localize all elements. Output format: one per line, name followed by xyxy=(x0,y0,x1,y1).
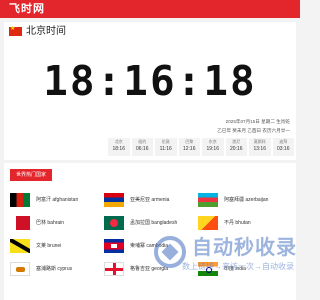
cambodia-flag-icon xyxy=(104,239,124,253)
china-flag-icon xyxy=(9,25,22,36)
country-link-afghanistan[interactable]: 阿富汗 afghanistan xyxy=(10,192,104,208)
clock-display: 18:16:18 xyxy=(43,57,257,105)
city-name: 悉尼 xyxy=(232,139,241,144)
city-time-item[interactable]: 纽约 06:16 xyxy=(131,138,153,156)
country-link-bahrain[interactable]: 巴林 bahrain xyxy=(10,215,104,231)
country-grid: 阿富汗 afghanistan 亚美尼亚 armenia 阿塞拜疆 azerba… xyxy=(10,192,292,277)
city-time: 12:16 xyxy=(182,146,196,152)
city-time: 20:16 xyxy=(229,146,243,152)
country-label: 格鲁吉亚 georgia xyxy=(130,265,169,272)
country-link-georgia[interactable]: 格鲁吉亚 georgia xyxy=(104,261,198,277)
world-countries-panel: 世界热门国家 阿富汗 afghanistan 亚美尼亚 armenia 阿塞拜疆… xyxy=(4,163,296,300)
city-name: 伦敦 xyxy=(161,139,170,144)
country-link-azerbaijan[interactable]: 阿塞拜疆 azerbaijan xyxy=(198,192,292,208)
city-name: 东京 xyxy=(208,139,217,144)
country-link-bangladesh[interactable]: 孟加拉国 bangladesh xyxy=(104,215,198,231)
bangladesh-flag-icon xyxy=(104,216,124,230)
brunei-flag-icon xyxy=(10,239,30,253)
lunar-date-text: 乙巳年 癸未月 乙酉日 农历六月廿一 xyxy=(217,128,290,133)
clock-card: 北京时间 18:16:18 2025年07月15日 星期二 生肖蛇 乙巳年 癸未… xyxy=(4,22,296,160)
city-time-item[interactable]: 北京 18:16 xyxy=(108,138,130,156)
country-link-india[interactable]: 印度 india xyxy=(198,261,292,277)
top-bar: 飞时网 xyxy=(0,0,300,18)
india-flag-icon xyxy=(198,262,218,276)
azerbaijan-flag-icon xyxy=(198,193,218,207)
bhutan-flag-icon xyxy=(198,216,218,230)
country-link-cyprus[interactable]: 塞浦路斯 cyprus xyxy=(10,261,104,277)
country-label: 亚美尼亚 armenia xyxy=(130,196,170,203)
cyprus-flag-icon xyxy=(10,262,30,276)
country-label: 阿塞拜疆 azerbaijan xyxy=(224,196,269,203)
country-link-armenia[interactable]: 亚美尼亚 armenia xyxy=(104,192,198,208)
city-time-item[interactable]: 迪拜 03:16 xyxy=(272,138,294,156)
page-title: 北京时间 xyxy=(26,26,66,37)
section-title: 世界热门国家 xyxy=(10,169,52,181)
country-label: 印度 india xyxy=(224,265,246,272)
country-label: 柬埔寨 cambodia xyxy=(130,242,169,249)
city-time: 06:16 xyxy=(135,146,149,152)
city-times: 北京 18:16 纽约 06:16 伦敦 11:16 巴黎 12:16 东京 19:16 … xyxy=(108,138,294,156)
country-label: 阿富汗 afghanistan xyxy=(36,196,79,203)
site-logo[interactable]: 飞时网 xyxy=(9,2,45,16)
city-name: 巴黎 xyxy=(185,139,194,144)
city-time: 03:16 xyxy=(276,146,290,152)
city-name: 纽约 xyxy=(138,139,147,144)
country-label: 巴林 bahrain xyxy=(36,219,65,226)
city-name: 迪拜 xyxy=(279,139,288,144)
country-label: 塞浦路斯 cyprus xyxy=(36,265,73,272)
georgia-flag-icon xyxy=(104,262,124,276)
country-label: 不丹 bhutan xyxy=(224,219,251,226)
country-label: 文莱 brunei xyxy=(36,242,62,249)
city-time-item[interactable]: 东京 19:16 xyxy=(202,138,224,156)
country-link-bhutan[interactable]: 不丹 bhutan xyxy=(198,215,292,231)
city-time: 13:16 xyxy=(253,146,266,152)
city-name: 莫斯科 xyxy=(253,139,266,144)
city-time-item[interactable]: 莫斯科 13:16 xyxy=(249,138,271,156)
city-time-item[interactable]: 巴黎 12:16 xyxy=(178,138,200,156)
city-time-item[interactable]: 伦敦 11:16 xyxy=(155,138,177,156)
city-time-item[interactable]: 悉尼 20:16 xyxy=(225,138,247,156)
country-label: 孟加拉国 bangladesh xyxy=(130,219,178,226)
bahrain-flag-icon xyxy=(10,216,30,230)
afghanistan-flag-icon xyxy=(10,193,30,207)
armenia-flag-icon xyxy=(104,193,124,207)
country-link-hidden[interactable] xyxy=(198,238,292,254)
city-name: 北京 xyxy=(114,139,123,144)
city-time: 18:16 xyxy=(112,146,125,152)
city-time: 19:16 xyxy=(206,146,219,152)
country-link-cambodia[interactable]: 柬埔寨 cambodia xyxy=(104,238,198,254)
city-time: 11:16 xyxy=(159,146,172,152)
date-text: 2025年07月15日 星期二 生肖蛇 xyxy=(225,119,290,124)
country-link-brunei[interactable]: 文莱 brunei xyxy=(10,238,104,254)
